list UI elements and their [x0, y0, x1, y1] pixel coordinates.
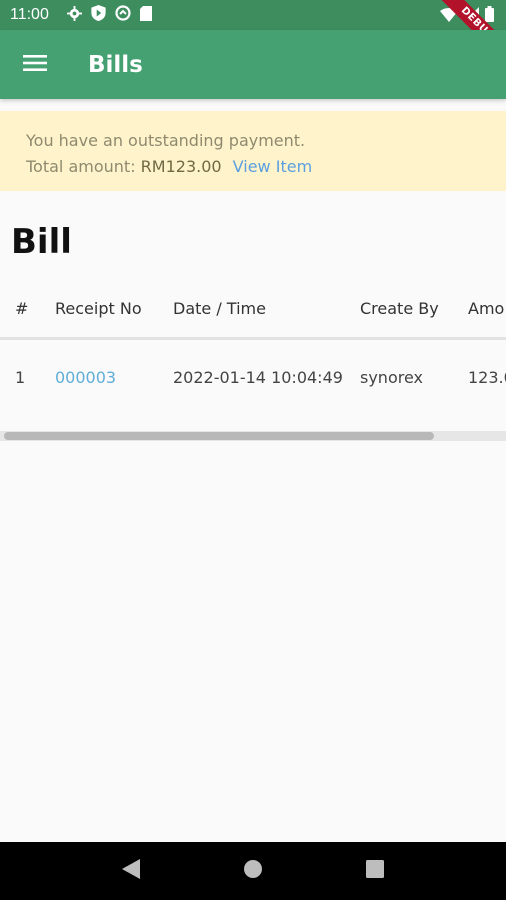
outstanding-payment-notice: You have an outstanding payment. Total a…: [0, 111, 506, 191]
status-time: 11:00: [10, 6, 49, 23]
horizontal-scrollbar[interactable]: [0, 431, 506, 441]
table-header-row: # Receipt No Date / Time Create By Amo: [0, 280, 506, 340]
play-protect-icon: [91, 5, 106, 25]
bill-table: # Receipt No Date / Time Create By Amo 1…: [0, 280, 506, 445]
system-nav-bar: [0, 842, 506, 900]
menu-button[interactable]: [0, 30, 70, 99]
table-row: 1 000003 2022-01-14 10:04:49 synorex 123…: [0, 340, 506, 414]
back-icon: [122, 859, 140, 883]
data-saver-icon: [115, 5, 131, 25]
home-icon: [243, 859, 263, 883]
battery-icon: [485, 6, 494, 26]
status-bar: 11:00: [0, 0, 506, 30]
app-bar: Bills: [0, 30, 506, 99]
recents-button[interactable]: [355, 851, 395, 891]
cell-signal-icon: [464, 6, 479, 26]
page-title: Bills: [88, 51, 143, 78]
row-date-time: 2022-01-14 10:04:49: [173, 367, 343, 387]
column-header-number: #: [15, 299, 29, 318]
total-amount-label: Total amount:: [26, 157, 136, 176]
recents-icon: [366, 860, 384, 882]
row-create-by: synorex: [360, 367, 423, 387]
sd-card-icon: [139, 5, 152, 25]
column-header-date-time: Date / Time: [173, 299, 266, 318]
scrollbar-thumb[interactable]: [4, 432, 434, 440]
column-header-create-by: Create By: [360, 299, 439, 318]
view-item-link[interactable]: View Item: [233, 157, 312, 176]
receipt-no-link[interactable]: 000003: [55, 340, 116, 414]
notice-message: You have an outstanding payment.: [26, 131, 306, 150]
home-button[interactable]: [233, 851, 273, 891]
column-header-amount: Amo: [468, 299, 505, 318]
row-amount: 123.0: [468, 367, 506, 387]
total-amount-value: RM123.00: [140, 157, 222, 176]
row-number: 1: [15, 367, 26, 387]
notice-total-line: Total amount: RM123.00 View Item: [26, 154, 480, 180]
menu-icon: [23, 54, 47, 76]
column-header-receipt-no: Receipt No: [55, 299, 142, 318]
settings-icon: [66, 5, 82, 25]
back-button[interactable]: [111, 851, 151, 891]
wifi-icon: [440, 7, 458, 26]
bill-heading: Bill: [11, 222, 72, 262]
